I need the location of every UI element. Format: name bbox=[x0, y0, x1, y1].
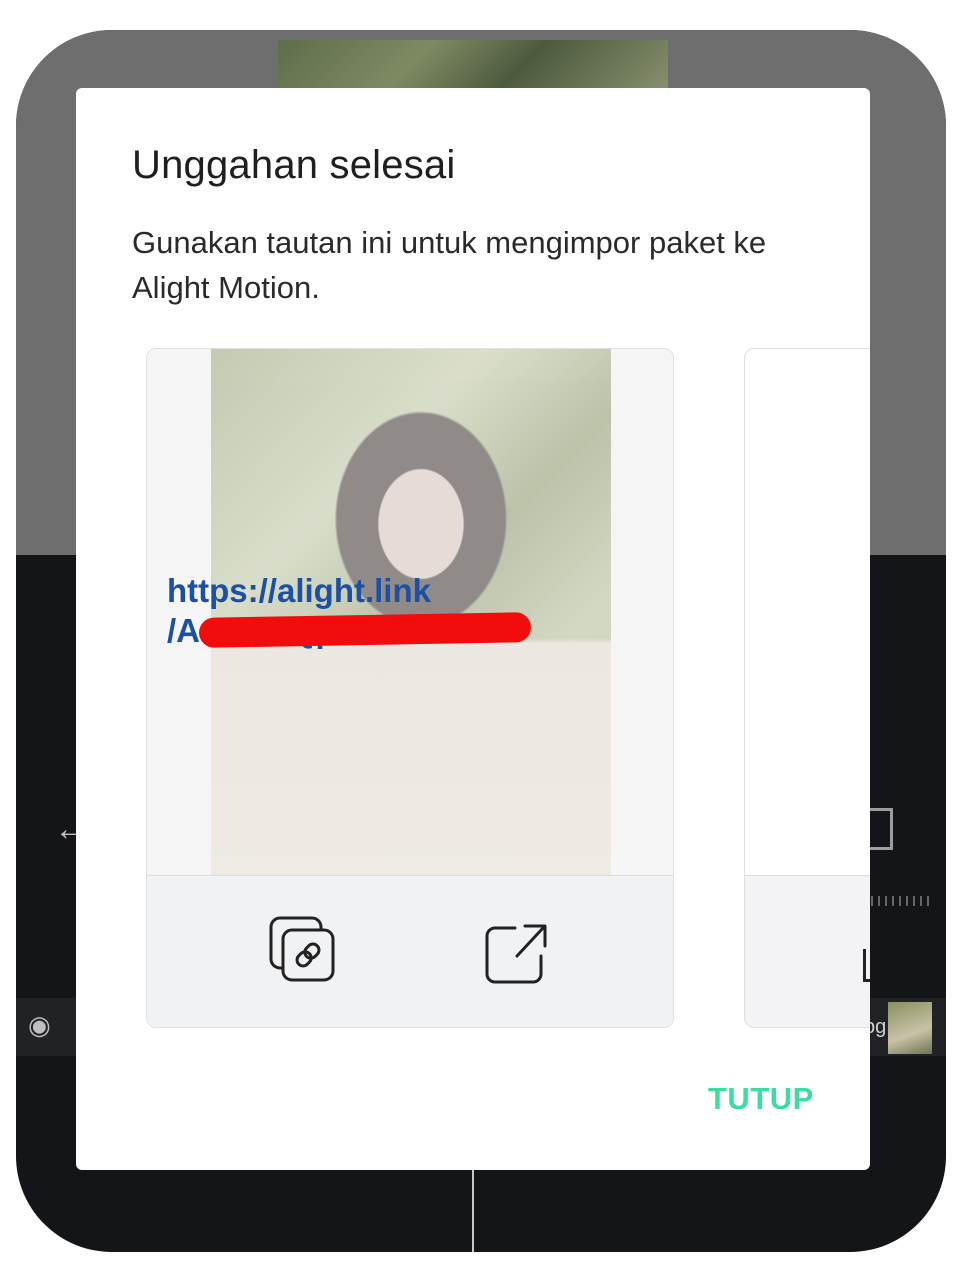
timeline-ruler bbox=[871, 896, 931, 906]
fit-screen-icon bbox=[866, 808, 893, 850]
download-icon bbox=[863, 949, 870, 982]
redaction-mark bbox=[198, 612, 532, 648]
next-card[interactable] bbox=[744, 348, 870, 1028]
playhead-line bbox=[472, 1170, 474, 1252]
card-actions bbox=[147, 876, 673, 1027]
eye-icon: ◉ bbox=[28, 1010, 51, 1040]
close-button[interactable]: TUTUP bbox=[708, 1081, 814, 1117]
link-card[interactable]: https://alight.link /Aukk…Qp88 bbox=[146, 348, 674, 1028]
copy-link-button[interactable] bbox=[263, 914, 343, 994]
share-button[interactable] bbox=[477, 914, 557, 994]
next-card-preview bbox=[745, 349, 870, 876]
layer-thumbnail bbox=[888, 1002, 932, 1054]
link-preview: https://alight.link /Aukk…Qp88 bbox=[147, 349, 673, 876]
link-line-1: https://alight.link bbox=[167, 572, 431, 609]
share-icon bbox=[485, 924, 547, 984]
copy-link-icon bbox=[269, 916, 335, 982]
upload-complete-dialog: Unggahan selesai Gunakan tautan ini untu… bbox=[76, 88, 870, 1170]
dialog-title: Unggahan selesai bbox=[132, 143, 456, 187]
share-card-carousel[interactable]: https://alight.link /Aukk…Qp88 bbox=[76, 348, 870, 1028]
dialog-message: Gunakan tautan ini untuk mengimpor paket… bbox=[132, 225, 767, 305]
